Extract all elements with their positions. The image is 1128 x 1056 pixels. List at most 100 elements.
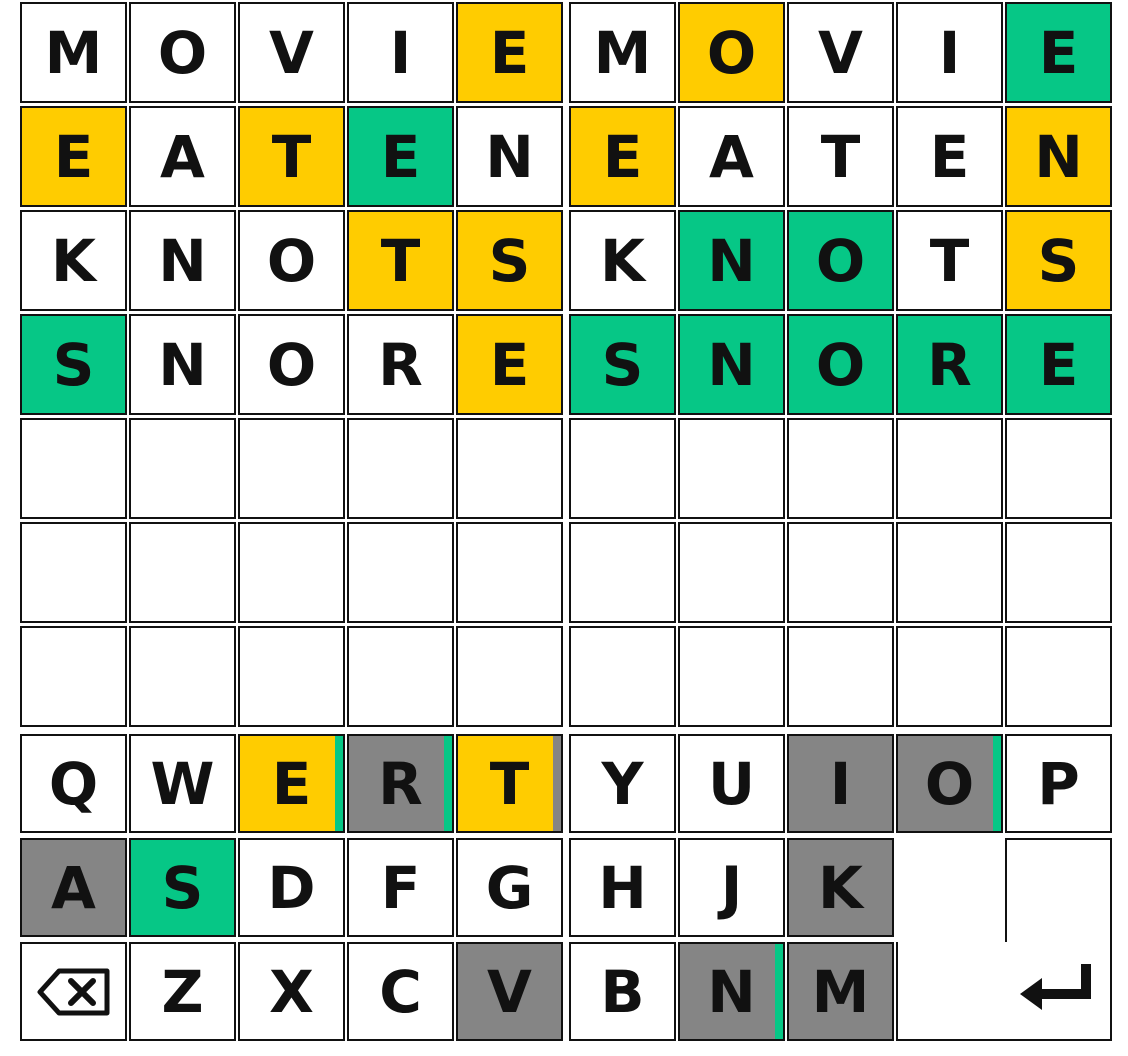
key-t[interactable]: T	[456, 734, 563, 833]
key-label: V	[487, 957, 532, 1026]
board-tile: O	[238, 314, 345, 415]
board-tile: E	[456, 2, 563, 103]
key-label: E	[271, 749, 312, 818]
board-tile	[20, 626, 127, 727]
board-tile	[238, 522, 345, 623]
board-tile	[129, 418, 236, 519]
board-tile: N	[129, 210, 236, 311]
key-label: S	[161, 853, 204, 922]
key-label: A	[51, 853, 96, 922]
key-label: U	[707, 749, 756, 818]
key-k[interactable]: K	[787, 838, 894, 937]
key-b[interactable]: B	[569, 942, 676, 1041]
board-tile	[569, 626, 676, 727]
key-label: N	[707, 957, 756, 1026]
key-a[interactable]: A	[20, 838, 127, 937]
board-tile	[896, 522, 1003, 623]
board-tile: S	[20, 314, 127, 415]
board-tile	[1005, 626, 1112, 727]
key-o[interactable]: O	[896, 734, 1003, 833]
key-f[interactable]: F	[347, 838, 454, 937]
key-u[interactable]: U	[678, 734, 785, 833]
board-tile	[456, 626, 563, 727]
board-tile: A	[129, 106, 236, 207]
board-tile: N	[456, 106, 563, 207]
board-tile: E	[1005, 314, 1112, 415]
board-tile	[569, 418, 676, 519]
board-tile	[678, 522, 785, 623]
backspace-key[interactable]	[20, 942, 127, 1041]
board-tile: K	[20, 210, 127, 311]
board-tile	[896, 626, 1003, 727]
board-tile: O	[678, 2, 785, 103]
board-tile	[238, 418, 345, 519]
key-n[interactable]: N	[678, 942, 785, 1041]
key-label: X	[269, 957, 314, 1026]
enter-key-border	[1005, 838, 1007, 942]
key-label: C	[379, 957, 422, 1026]
key-y[interactable]: Y	[569, 734, 676, 833]
key-state-strip	[775, 944, 783, 1039]
key-label: T	[489, 749, 530, 818]
board-tile: E	[347, 106, 454, 207]
board-tile: T	[347, 210, 454, 311]
key-i[interactable]: I	[787, 734, 894, 833]
board-tile: O	[129, 2, 236, 103]
key-label: I	[829, 749, 852, 818]
key-v[interactable]: V	[456, 942, 563, 1041]
key-w[interactable]: W	[129, 734, 236, 833]
board-tile: O	[787, 210, 894, 311]
board-tile: E	[569, 106, 676, 207]
board-tile: I	[896, 2, 1003, 103]
key-label: Y	[601, 749, 644, 818]
key-x[interactable]: X	[238, 942, 345, 1041]
board-tile	[20, 418, 127, 519]
key-e[interactable]: E	[238, 734, 345, 833]
board-tile: M	[569, 2, 676, 103]
key-d[interactable]: D	[238, 838, 345, 937]
key-label: M	[811, 957, 870, 1026]
board-tile: N	[1005, 106, 1112, 207]
key-s[interactable]: S	[129, 838, 236, 937]
board-tile: O	[787, 314, 894, 415]
board-tile	[787, 522, 894, 623]
key-g[interactable]: G	[456, 838, 563, 937]
key-label: K	[818, 853, 863, 922]
board-tile: I	[347, 2, 454, 103]
key-q[interactable]: Q	[20, 734, 127, 833]
board-tile	[129, 522, 236, 623]
board-tile	[678, 418, 785, 519]
key-label: B	[600, 957, 645, 1026]
key-label: P	[1037, 749, 1080, 818]
key-j[interactable]: J	[678, 838, 785, 937]
board-tile: S	[569, 314, 676, 415]
key-label: Q	[48, 749, 99, 818]
key-r[interactable]: R	[347, 734, 454, 833]
board-tile: M	[20, 2, 127, 103]
board-tile: N	[678, 314, 785, 415]
board-tile	[1005, 522, 1112, 623]
key-z[interactable]: Z	[129, 942, 236, 1041]
key-label: Z	[161, 957, 204, 1026]
enter-key[interactable]	[896, 838, 1112, 1041]
board-tile: S	[1005, 210, 1112, 311]
key-m[interactable]: M	[787, 942, 894, 1041]
board-tile: T	[238, 106, 345, 207]
enter-key-border	[896, 942, 898, 1041]
board-tile	[347, 522, 454, 623]
board-tile: R	[896, 314, 1003, 415]
board-tile	[347, 418, 454, 519]
key-state-strip	[993, 736, 1001, 831]
board-tile: E	[1005, 2, 1112, 103]
key-p[interactable]: P	[1005, 734, 1112, 833]
key-state-strip	[553, 736, 561, 831]
board-tile: V	[787, 2, 894, 103]
key-h[interactable]: H	[569, 838, 676, 937]
board-tile	[787, 626, 894, 727]
key-c[interactable]: C	[347, 942, 454, 1041]
board-tile	[1005, 418, 1112, 519]
key-label: H	[598, 853, 647, 922]
board-tile: A	[678, 106, 785, 207]
board-tile	[787, 418, 894, 519]
key-label: O	[924, 749, 975, 818]
